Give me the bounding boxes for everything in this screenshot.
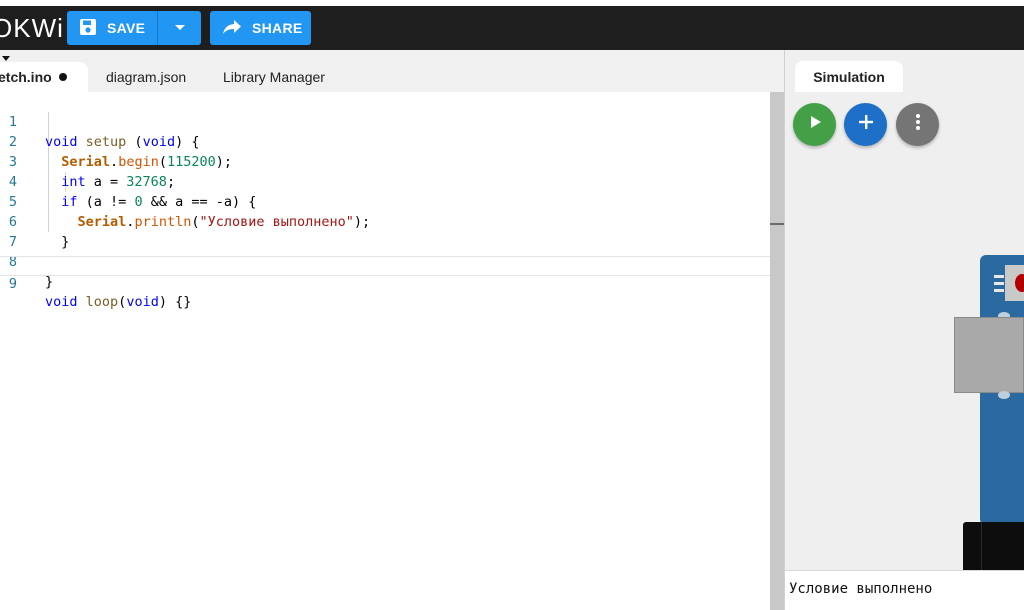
tab-label: etch.ino [0, 69, 52, 85]
play-icon [807, 114, 823, 135]
board-pin-header [994, 275, 1004, 295]
more-options-button[interactable] [896, 103, 939, 146]
wokwi-logo[interactable]: OKWi [0, 14, 64, 42]
scrollbar-position-marker [770, 223, 784, 225]
tab-label: diagram.json [106, 69, 187, 85]
share-button[interactable]: SHARE [210, 11, 311, 45]
add-part-button[interactable] [844, 103, 887, 146]
code-line[interactable]: 8 } [0, 232, 784, 290]
save-button[interactable]: SAVE [67, 11, 157, 45]
tab-library-manager[interactable]: Library Manager [223, 62, 325, 92]
usb-connector-edge [981, 522, 982, 570]
code-line[interactable]: 5 Serial.println("Условие выполнено"); [0, 172, 784, 230]
share-arrow-icon [222, 19, 242, 38]
line-text: void loop(void) {} [45, 294, 192, 310]
header-bar: OKWi SAVE SHARE [0, 6, 1024, 50]
line-number: 9 [8, 276, 17, 292]
serial-output: Условие выполнено [789, 581, 933, 597]
save-button-group: SAVE [67, 11, 201, 45]
unsaved-dot-icon [58, 73, 67, 81]
code-editor[interactable]: 1 void setup (void) { 2 Serial.begin(115… [0, 92, 784, 610]
code-line[interactable]: 3 int a = 32768; [0, 132, 784, 190]
editor-scrollbar[interactable] [770, 92, 784, 610]
board-mount-hole [998, 391, 1010, 399]
floppy-disk-icon [79, 18, 97, 39]
plus-icon [857, 113, 875, 136]
code-line[interactable]: 1 void setup (void) { [0, 92, 784, 150]
serial-monitor[interactable]: Условие выполнено [785, 570, 1024, 610]
code-line-current[interactable]: 9 void loop(void) {} [0, 256, 784, 310]
board-led [1015, 274, 1024, 292]
code-line[interactable]: 2 Serial.begin(115200); [0, 112, 784, 170]
more-vertical-icon [915, 113, 921, 136]
board-chip-component[interactable] [954, 317, 1024, 393]
tab-simulation[interactable]: Simulation [795, 61, 903, 92]
simulation-panel: Simulation [785, 50, 1024, 570]
tab-diagram-json[interactable]: diagram.json [106, 62, 186, 92]
editor-tab-bar: etch.ino diagram.json Library Manager [0, 50, 784, 92]
start-simulation-button[interactable] [793, 103, 836, 146]
save-button-label: SAVE [107, 20, 146, 36]
code-line[interactable]: 6 } [0, 192, 784, 250]
code-line[interactable]: 7 [0, 212, 784, 250]
share-button-label: SHARE [252, 20, 303, 36]
caret-down-icon [174, 19, 186, 37]
tab-sketch-ino[interactable]: etch.ino [0, 62, 88, 92]
save-options-dropdown[interactable] [158, 11, 201, 45]
code-line[interactable]: 4 if (a != 0 && a == -a) { [0, 152, 784, 210]
usb-connector [963, 522, 1024, 570]
tab-label: Library Manager [223, 69, 325, 85]
